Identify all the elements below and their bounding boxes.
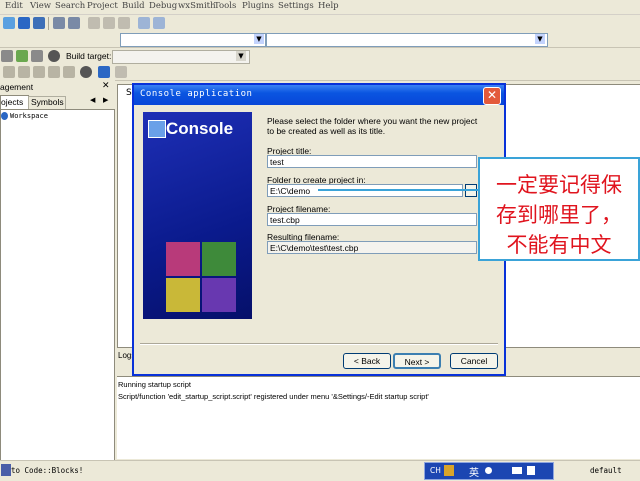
debugger-toolbar [0, 64, 640, 81]
management-panel: agement ✕ ojects Symbols ◀ ▶ Workspace [0, 80, 115, 462]
save-icon[interactable] [33, 17, 45, 29]
stop-debug-icon[interactable] [80, 66, 92, 78]
management-tabs: ojects Symbols ◀ ▶ [0, 95, 115, 109]
wizard-banner: Console [143, 112, 252, 319]
next-line-icon[interactable] [33, 66, 45, 78]
run-to-cursor-icon[interactable] [18, 66, 30, 78]
console-application-dialog: Console application ✕ Console Please sel… [132, 83, 506, 376]
back-button[interactable]: < Back [343, 353, 391, 369]
step-into-icon[interactable] [48, 66, 60, 78]
log-line: Running startup script [118, 380, 191, 389]
tab-symbols-label: Symbols [31, 97, 64, 107]
tab-projects[interactable]: ojects [0, 95, 29, 109]
build-target-combo[interactable] [112, 50, 250, 64]
console-logo-icon [148, 120, 166, 138]
project-tree[interactable]: Workspace [0, 109, 115, 462]
annotation-callout: 一定要记得保 存到哪里了， 不能有中文 [478, 157, 640, 261]
code-completion-toolbar: ▼ ▼ [0, 32, 640, 48]
menu-search[interactable]: Search [55, 1, 85, 11]
tab-symbols[interactable]: Symbols [28, 96, 66, 109]
menu-plugins[interactable]: Plugins [242, 1, 274, 11]
function-combo[interactable] [266, 33, 548, 47]
cube-graphic-icon [166, 242, 236, 312]
close-icon[interactable]: ✕ [102, 81, 110, 91]
main-toolbar [0, 15, 640, 33]
dialog-close-icon[interactable]: ✕ [483, 87, 501, 105]
management-header: agement ✕ [0, 80, 115, 94]
step-out-icon[interactable] [63, 66, 75, 78]
ime-mode[interactable]: 英 [469, 464, 479, 479]
debug-icon[interactable] [3, 66, 15, 78]
project-filename-input[interactable]: test.cbp [267, 213, 477, 226]
redo-icon[interactable] [68, 17, 80, 29]
resulting-filename-input: E:\C\demo\test\test.cbp [267, 241, 477, 254]
annotation-line: 一定要记得保 [496, 173, 622, 197]
tab-scroll-right-icon[interactable]: ▶ [103, 96, 108, 104]
workspace-icon [1, 112, 8, 120]
cancel-button[interactable]: Cancel [450, 353, 498, 369]
paste-icon[interactable] [118, 17, 130, 29]
menu-tools[interactable]: Tools [214, 1, 236, 11]
intro-line: Please select the folder where you want … [267, 116, 478, 126]
workspace-node[interactable]: Workspace [10, 112, 48, 120]
dialog-titlebar[interactable]: Console application ✕ [134, 85, 504, 105]
abort-icon[interactable] [48, 50, 60, 62]
menu-wxsmith[interactable]: wxSmith [178, 1, 216, 11]
intro-line: to be created as well as its title. [267, 126, 386, 136]
annotation-line: 不能有中文 [506, 233, 612, 257]
ime-help-icon[interactable] [527, 466, 535, 475]
project-title-input[interactable]: test [267, 155, 477, 168]
annotation-connector [318, 189, 478, 191]
banner-title: Console [166, 119, 234, 138]
menu-edit[interactable]: Edit [5, 1, 23, 11]
menu-view[interactable]: View [30, 1, 51, 11]
status-message: to Code::Blocks! [11, 466, 84, 475]
copy-icon[interactable] [103, 17, 115, 29]
build-run-icon[interactable] [31, 50, 43, 62]
ime-keyboard-icon[interactable] [512, 467, 522, 474]
next-button[interactable]: Next > [393, 353, 441, 369]
ime-language[interactable]: CH [430, 466, 441, 475]
log-output: Running startup script Script/function '… [117, 376, 640, 459]
annotation-line: 存到哪里了， [496, 203, 622, 227]
find-icon[interactable] [138, 17, 150, 29]
menu-project[interactable]: Project [87, 1, 118, 11]
compiler-toolbar: Build target: ▼ [0, 48, 640, 65]
build-target-label: Build target: [66, 51, 112, 61]
log-line: Script/function 'edit_startup_script.scr… [118, 392, 429, 401]
menu-debug[interactable]: Debug [149, 1, 177, 11]
tab-projects-label: ojects [1, 97, 24, 107]
menu-bar: Edit View Search Project Build Debug wxS… [0, 0, 640, 15]
tab-scroll-left-icon[interactable]: ◀ [90, 96, 95, 104]
debug-windows-icon[interactable] [98, 66, 110, 78]
menu-settings[interactable]: Settings [278, 1, 314, 11]
build-target-arrow-icon[interactable]: ▼ [236, 51, 246, 61]
cut-icon[interactable] [88, 17, 100, 29]
ime-toolbar[interactable]: CH 英 [424, 462, 554, 480]
editor-tab-label[interactable]: S [126, 88, 132, 98]
replace-icon[interactable] [153, 17, 165, 29]
dialog-title: Console application [140, 89, 253, 99]
status-encoding: default [590, 466, 622, 475]
ime-logo-icon[interactable] [444, 465, 454, 476]
debug-info-icon[interactable] [115, 66, 127, 78]
status-bar: to Code::Blocks! CH 英 default [0, 460, 640, 481]
open-file-icon[interactable] [18, 17, 30, 29]
run-icon[interactable] [16, 50, 28, 62]
scope-combo[interactable] [120, 33, 266, 47]
intro-text: Please select the folder where you want … [267, 116, 499, 136]
new-file-icon[interactable] [3, 17, 15, 29]
dialog-divider [140, 343, 498, 345]
build-icon[interactable] [1, 50, 13, 62]
ime-moon-icon[interactable] [485, 467, 492, 474]
menu-help[interactable]: Help [318, 1, 339, 11]
management-title: agement [0, 82, 34, 92]
undo-icon[interactable] [53, 17, 65, 29]
menu-build[interactable]: Build [122, 1, 145, 11]
scope-combo-arrow-icon[interactable]: ▼ [254, 34, 264, 44]
status-app-icon [1, 464, 11, 476]
function-combo-arrow-icon[interactable]: ▼ [535, 34, 545, 44]
